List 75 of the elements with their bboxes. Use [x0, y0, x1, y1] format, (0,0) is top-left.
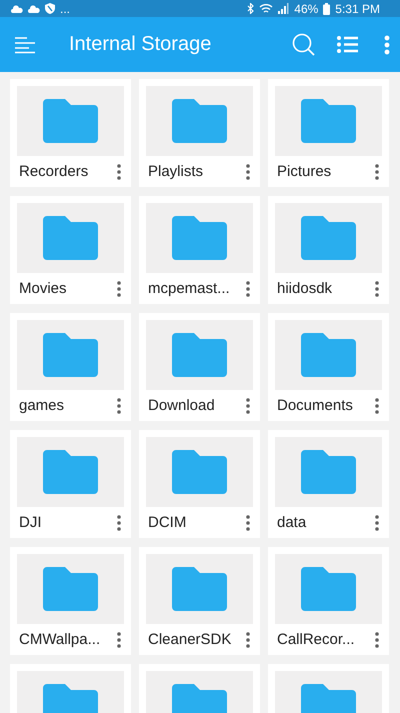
cloud-icon	[28, 4, 40, 12]
folder-icon	[301, 450, 356, 494]
folder-name: Recorders	[19, 163, 90, 180]
more-notifications: ...	[60, 2, 70, 14]
folder-card[interactable]: games	[10, 313, 131, 421]
folder-name: CMWallpa...	[19, 631, 102, 648]
more-options-button[interactable]	[114, 632, 124, 648]
folder-card[interactable]: Pictures	[268, 79, 389, 187]
more-options-button[interactable]	[372, 164, 382, 180]
folder-name: CallRecor...	[277, 631, 356, 648]
folder-card[interactable]: Movies	[10, 196, 131, 304]
more-options-button[interactable]	[372, 280, 382, 296]
folder-card[interactable]: mcpemast...	[139, 196, 260, 304]
folder-name: games	[19, 397, 66, 414]
signal-icon	[278, 3, 290, 14]
folder-card[interactable]: Playlists	[139, 79, 260, 187]
folder-name: data	[277, 514, 308, 531]
more-options-button[interactable]	[243, 398, 253, 414]
more-options-button[interactable]	[243, 280, 253, 296]
folder-card[interactable]: CleanerSDK	[139, 547, 260, 655]
list-view-button[interactable]	[337, 36, 358, 53]
folder-card[interactable]: Documents	[268, 313, 389, 421]
more-options-button[interactable]	[372, 398, 382, 414]
folder-icon	[43, 567, 98, 611]
folder-card[interactable]: CMWallpa...	[10, 547, 131, 655]
more-options-button[interactable]	[243, 632, 253, 648]
more-options-button[interactable]	[243, 514, 253, 530]
folder-icon	[43, 99, 98, 143]
folder-name: Playlists	[148, 163, 204, 180]
folder-icon	[172, 99, 227, 143]
folder-icon	[43, 450, 98, 494]
folder-icon	[301, 216, 356, 260]
wifi-icon	[259, 3, 274, 14]
folder-name: Download	[148, 397, 216, 414]
folder-icon	[301, 567, 356, 611]
more-options-button[interactable]	[114, 398, 124, 414]
folder-icon	[301, 99, 356, 143]
menu-button[interactable]	[14, 36, 36, 54]
folder-icon	[43, 216, 98, 260]
more-options-button[interactable]	[372, 514, 382, 530]
folder-name: hiidosdk	[277, 280, 334, 297]
battery-icon	[323, 2, 330, 14]
folder-name: Pictures	[277, 163, 332, 180]
more-options-button[interactable]	[384, 34, 390, 54]
cloud-icon	[11, 4, 23, 12]
more-options-button[interactable]	[243, 164, 253, 180]
more-options-button[interactable]	[372, 632, 382, 648]
more-options-button[interactable]	[114, 164, 124, 180]
folder-card[interactable]: Recorders	[10, 79, 131, 187]
battery-percent: 46%	[294, 2, 318, 14]
more-options-button[interactable]	[114, 280, 124, 296]
folder-card[interactable]: Download	[139, 313, 260, 421]
folder-card[interactable]: DCIM	[139, 430, 260, 538]
folder-name: Documents	[277, 397, 354, 414]
more-options-button[interactable]	[114, 514, 124, 530]
bluetooth-icon	[247, 3, 254, 14]
folder-name: CleanerSDK	[148, 631, 232, 648]
folder-name: Movies	[19, 280, 68, 297]
clock: 5:31 PM	[335, 2, 380, 14]
folder-card[interactable]: data	[268, 430, 389, 538]
folder-name: DJI	[19, 514, 42, 531]
folder-icon	[172, 333, 227, 377]
folder-card[interactable]: DJI	[10, 430, 131, 538]
folder-icon	[172, 450, 227, 494]
folder-card[interactable]: CallRecor...	[268, 547, 389, 655]
folder-name: mcpemast...	[148, 280, 231, 297]
folder-icon	[172, 216, 227, 260]
folder-name: DCIM	[148, 514, 188, 531]
folder-icon	[301, 333, 356, 377]
search-button[interactable]	[292, 32, 316, 56]
folder-icon	[43, 333, 98, 377]
folder-card[interactable]: hiidosdk	[268, 196, 389, 304]
folder-icon	[172, 567, 227, 611]
window-title: Internal Storage	[69, 33, 212, 56]
shield-icon	[45, 3, 55, 14]
